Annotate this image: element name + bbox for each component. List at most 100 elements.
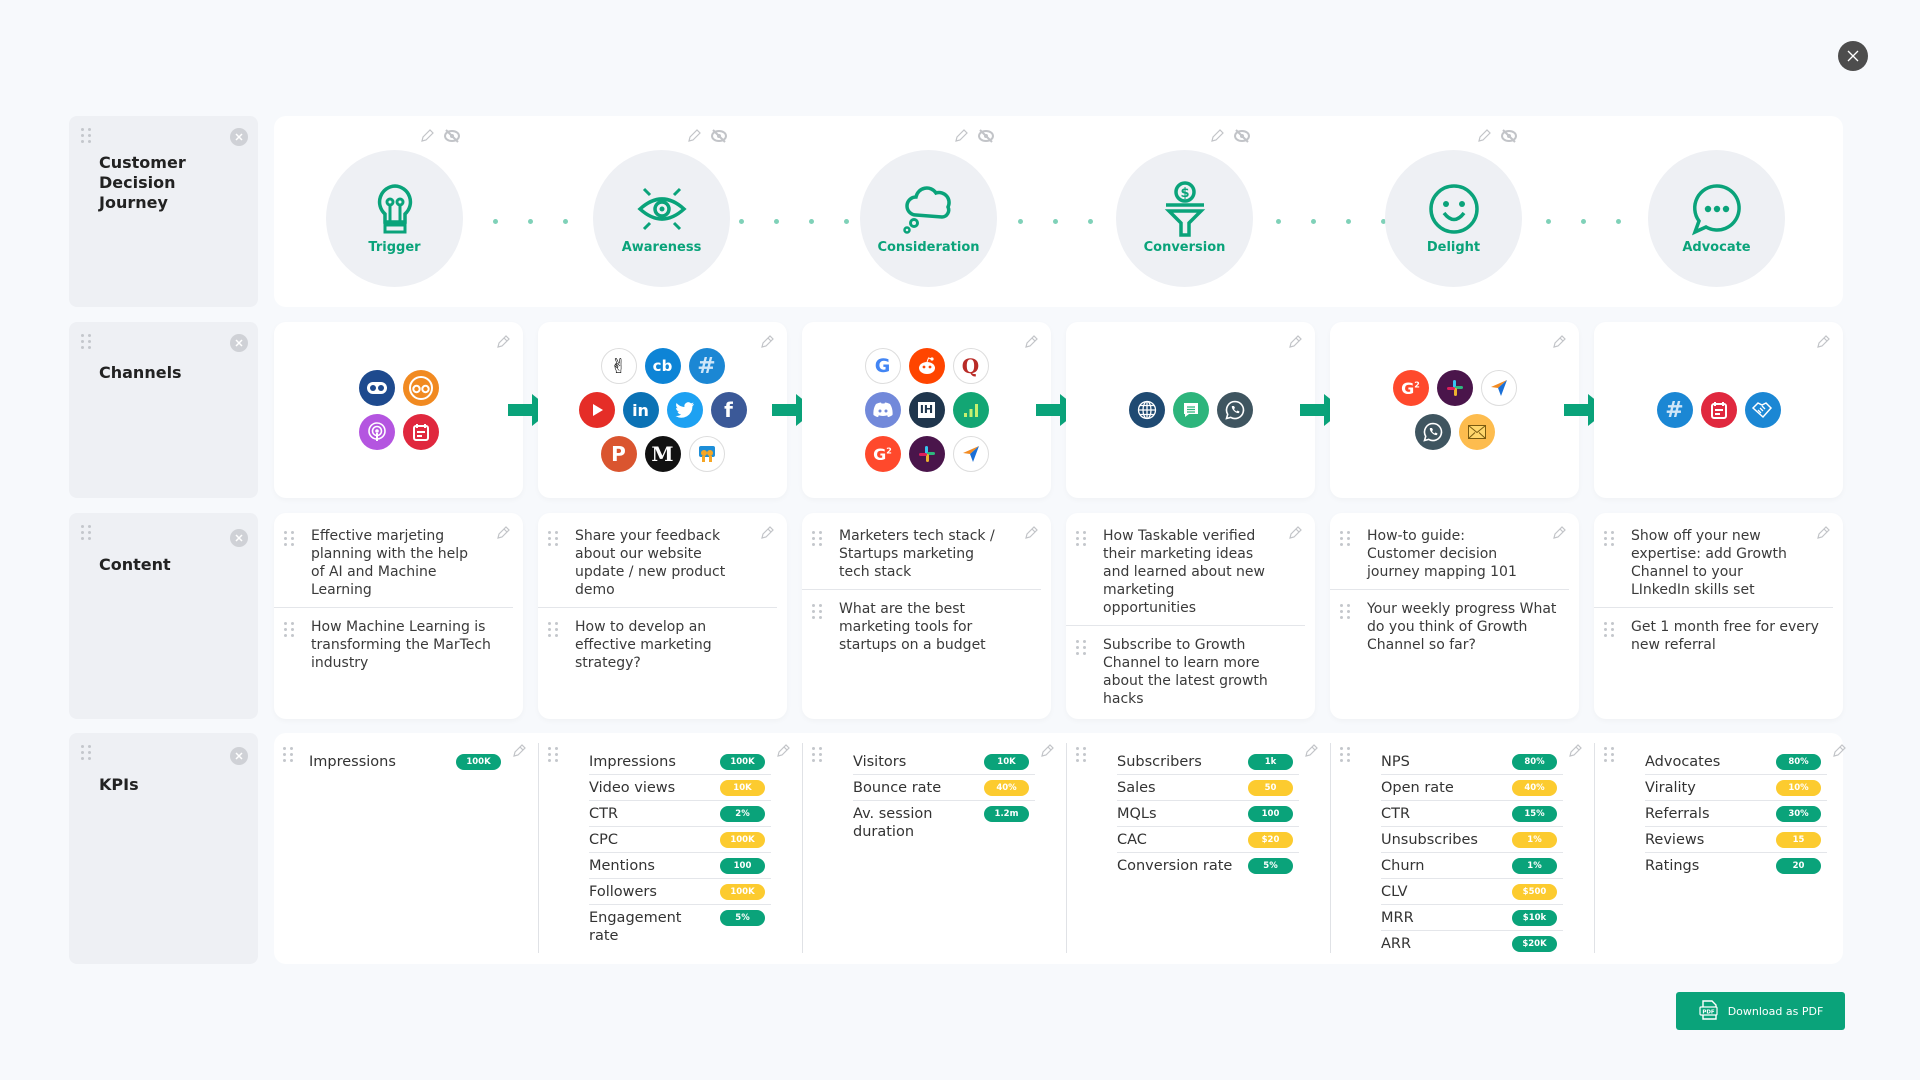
quora-icon[interactable]: Q: [952, 348, 989, 384]
kpi-row[interactable]: Video views 10K: [589, 774, 771, 800]
globe-icon[interactable]: [1128, 392, 1165, 428]
kpi-row[interactable]: Advocates 80%: [1645, 749, 1827, 774]
whatsapp-icon[interactable]: [1414, 414, 1451, 450]
edit-pencil-icon[interactable]: [775, 743, 791, 763]
drag-handle-icon[interactable]: [548, 747, 558, 762]
edit-pencil-icon[interactable]: [511, 743, 527, 763]
kpi-row[interactable]: Av. session duration 1.2m: [853, 800, 1035, 844]
kpi-row[interactable]: CPC 100K: [589, 826, 771, 852]
podcasts-icon[interactable]: [358, 414, 395, 450]
kpi-row[interactable]: Mentions 100: [589, 852, 771, 878]
linkedin-icon[interactable]: in: [622, 392, 659, 428]
stage-delight[interactable]: Delight: [1385, 150, 1522, 287]
kpi-row[interactable]: Ratings 20: [1645, 852, 1827, 878]
drag-handle-icon[interactable]: [1076, 747, 1086, 762]
kpi-row[interactable]: CLV $500: [1381, 878, 1563, 904]
producthunt-icon[interactable]: P: [600, 436, 637, 472]
hide-eye-icon[interactable]: [977, 128, 995, 148]
send-arrow-icon[interactable]: [1480, 370, 1517, 406]
edit-pencil-icon[interactable]: [953, 128, 969, 148]
reddit-icon[interactable]: [908, 348, 945, 384]
drag-handle-icon[interactable]: [1604, 531, 1614, 546]
stage-consideration[interactable]: Consideration: [860, 150, 997, 287]
drag-handle-icon[interactable]: [81, 525, 91, 540]
whatsapp-icon[interactable]: [1216, 392, 1253, 428]
g2-icon[interactable]: G2: [864, 436, 901, 472]
drag-handle-icon[interactable]: [1076, 531, 1086, 546]
kpi-row[interactable]: Unsubscribes 1%: [1381, 826, 1563, 852]
edit-pencil-icon[interactable]: [686, 128, 702, 148]
angellist-icon[interactable]: ✌: [600, 348, 637, 384]
download-pdf-button[interactable]: PDF Download as PDF: [1676, 992, 1845, 1030]
remove-row-button[interactable]: [230, 334, 248, 352]
content-item[interactable]: Share your feedback about our website up…: [538, 517, 777, 607]
calendar-form-icon[interactable]: [1700, 392, 1737, 428]
kpi-row[interactable]: Referrals 30%: [1645, 800, 1827, 826]
drag-handle-icon[interactable]: [812, 747, 822, 762]
kpi-row[interactable]: CTR 2%: [589, 800, 771, 826]
sms-icon[interactable]: [1172, 392, 1209, 428]
content-item[interactable]: How Machine Learning is transforming the…: [274, 607, 513, 680]
kpi-row[interactable]: Virality 10%: [1645, 774, 1827, 800]
google-icon[interactable]: G: [864, 348, 901, 384]
kpi-row[interactable]: Impressions 100K: [309, 749, 507, 774]
hide-eye-icon[interactable]: [710, 128, 728, 148]
content-item[interactable]: How to develop an effective marketing st…: [538, 607, 777, 680]
stage-advocate[interactable]: Advocate: [1648, 150, 1785, 287]
edit-pencil-icon[interactable]: [419, 128, 435, 148]
drag-handle-icon[interactable]: [284, 622, 294, 637]
drag-handle-icon[interactable]: [812, 531, 822, 546]
kpi-row[interactable]: Churn 1%: [1381, 852, 1563, 878]
edit-pencil-icon[interactable]: [1039, 743, 1055, 763]
drag-handle-icon[interactable]: [283, 747, 293, 762]
indiehackers-icon[interactable]: IH: [908, 392, 945, 428]
content-item[interactable]: How-to guide: Customer decision journey …: [1330, 517, 1569, 589]
hide-eye-icon[interactable]: [443, 128, 461, 148]
remove-row-button[interactable]: [230, 747, 248, 765]
send-arrow-icon[interactable]: [952, 436, 989, 472]
edit-pencil-icon[interactable]: [1567, 743, 1583, 763]
hashtag-icon[interactable]: #: [688, 348, 725, 384]
slideshare-icon[interactable]: [688, 436, 725, 472]
calendar-form-icon[interactable]: [402, 414, 439, 450]
slack-icon[interactable]: [908, 436, 945, 472]
stage-conversion[interactable]: $ Conversion: [1116, 150, 1253, 287]
kpi-row[interactable]: Conversion rate 5%: [1117, 852, 1299, 878]
drag-handle-icon[interactable]: [1604, 747, 1614, 762]
crunchbase-icon[interactable]: cb: [644, 348, 681, 384]
drag-handle-icon[interactable]: [81, 128, 91, 143]
drag-handle-icon[interactable]: [812, 604, 822, 619]
content-item[interactable]: Effective marjeting planning with the he…: [274, 517, 513, 607]
kpi-row[interactable]: Subscribers 1k: [1117, 749, 1299, 774]
facebook-icon[interactable]: f: [710, 392, 747, 428]
drag-handle-icon[interactable]: [1340, 604, 1350, 619]
handshake-icon[interactable]: [1744, 392, 1781, 428]
medium-icon[interactable]: M: [644, 436, 681, 472]
hashtag-icon[interactable]: #: [1656, 392, 1693, 428]
drag-handle-icon[interactable]: [81, 334, 91, 349]
drag-handle-icon[interactable]: [1604, 622, 1614, 637]
edit-pencil-icon[interactable]: [1831, 743, 1847, 763]
content-item[interactable]: How Taskable verified their marketing id…: [1066, 517, 1305, 625]
drag-handle-icon[interactable]: [548, 531, 558, 546]
drag-handle-icon[interactable]: [284, 531, 294, 546]
twitter-icon[interactable]: [666, 392, 703, 428]
discord-icon[interactable]: [864, 392, 901, 428]
content-item[interactable]: Marketers tech stack / Startups marketin…: [802, 517, 1041, 589]
content-item[interactable]: Subscribe to Growth Channel to learn mor…: [1066, 625, 1305, 716]
close-button[interactable]: [1838, 41, 1868, 71]
edit-pencil-icon[interactable]: [1476, 128, 1492, 148]
youtube-icon[interactable]: [578, 392, 615, 428]
content-item[interactable]: Get 1 month free for every new referral: [1594, 607, 1833, 662]
g2-icon[interactable]: G2: [1392, 370, 1429, 406]
content-item[interactable]: What are the best marketing tools for st…: [802, 589, 1041, 662]
drag-handle-icon[interactable]: [548, 622, 558, 637]
kpi-row[interactable]: NPS 80%: [1381, 749, 1563, 774]
kpi-row[interactable]: ARR $20K: [1381, 930, 1563, 956]
kpi-row[interactable]: MRR $10k: [1381, 904, 1563, 930]
content-item[interactable]: Your weekly progress What do you think o…: [1330, 589, 1569, 662]
kpi-row[interactable]: Followers 100K: [589, 878, 771, 904]
drag-handle-icon[interactable]: [81, 745, 91, 760]
kpi-row[interactable]: CTR 15%: [1381, 800, 1563, 826]
outbrain-icon[interactable]: [402, 370, 439, 406]
